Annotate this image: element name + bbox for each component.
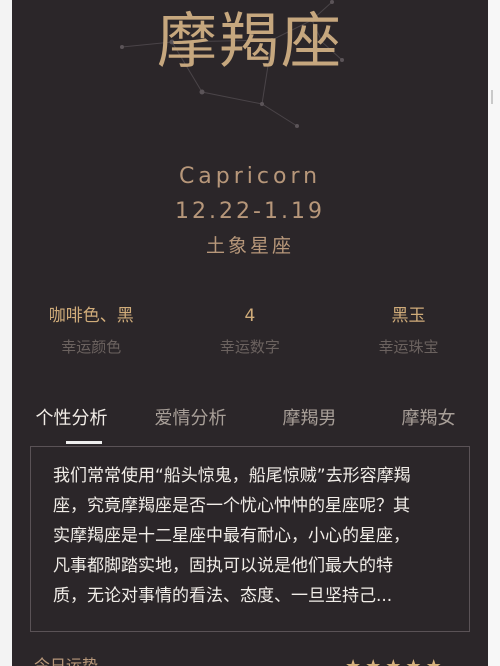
description-box[interactable]: 我们常常使用“船头惊鬼，船尾惊贼”去形容摩羯 座，究竟摩羯座是否一个忧心忡忡的星… xyxy=(30,446,470,632)
lucky-jewel-label: 幸运珠宝 xyxy=(378,338,439,356)
description-line: 实摩羯座是十二星座中最有耐心，小心的星座， xyxy=(53,526,410,546)
star-icon: ★ xyxy=(405,658,421,666)
lucky-number-label: 幸运数字 xyxy=(219,338,280,356)
analysis-tabs: 个性分析 爱情分析 摩羯男 摩羯女 xyxy=(12,404,488,434)
tab-love[interactable]: 爱情分析 xyxy=(131,404,250,434)
tab-capricorn-female[interactable]: 摩羯女 xyxy=(369,404,488,434)
scrollbar-track[interactable] xyxy=(488,0,500,666)
description-line: 我们常常使用“船头惊鬼，船尾惊贼”去形容摩羯 xyxy=(53,466,411,486)
lucky-stats: 咖啡色、黑 幸运颜色 4 幸运数字 黑玉 幸运珠宝 xyxy=(12,303,488,359)
description-line: 凡事都脚踏实地，固执可以说是他们最大的特 xyxy=(53,556,393,576)
description-line: 座，究竟摩羯座是否一个忧心忡忡的星座呢？其 xyxy=(53,496,410,516)
lucky-jewel: 黑玉 幸运珠宝 xyxy=(329,303,488,359)
scrollbar-thumb[interactable] xyxy=(491,90,493,104)
star-icon: ★ xyxy=(385,658,401,666)
description-line: 质，无论对事情的看法、态度、一旦坚持己... xyxy=(53,586,393,606)
zodiac-date-range: 12.22-1.19 xyxy=(175,199,325,224)
lucky-color: 咖啡色、黑 幸运颜色 xyxy=(12,303,171,359)
lucky-color-label: 幸运颜色 xyxy=(61,338,122,356)
daily-fortune-label: 今日运势 xyxy=(34,656,99,666)
zodiac-name-cn: 摩羯座 xyxy=(157,7,343,77)
star-icon: ★ xyxy=(426,658,442,666)
zodiac-name-en: Capricorn xyxy=(178,164,322,189)
active-tab-indicator xyxy=(66,441,102,444)
lucky-color-value: 咖啡色、黑 xyxy=(48,306,134,326)
star-icon: ★ xyxy=(365,658,381,666)
star-icon: ★ xyxy=(345,658,361,666)
lucky-number-value: 4 xyxy=(244,306,256,326)
rating-stars: ★ ★ ★ ★ ★ xyxy=(345,658,442,666)
zodiac-element: 土象星座 xyxy=(205,235,294,257)
description-text: 我们常常使用“船头惊鬼，船尾惊贼”去形容摩羯 座，究竟摩羯座是否一个忧心忡忡的星… xyxy=(53,461,457,611)
lucky-jewel-value: 黑玉 xyxy=(391,306,426,326)
tab-personality[interactable]: 个性分析 xyxy=(12,404,131,434)
lucky-number: 4 幸运数字 xyxy=(171,303,330,359)
zodiac-card: 摩羯座 Capricorn 12.22-1.19 土象星座 咖啡色、黑 幸运颜色… xyxy=(12,0,488,666)
tab-capricorn-male[interactable]: 摩羯男 xyxy=(250,404,369,434)
